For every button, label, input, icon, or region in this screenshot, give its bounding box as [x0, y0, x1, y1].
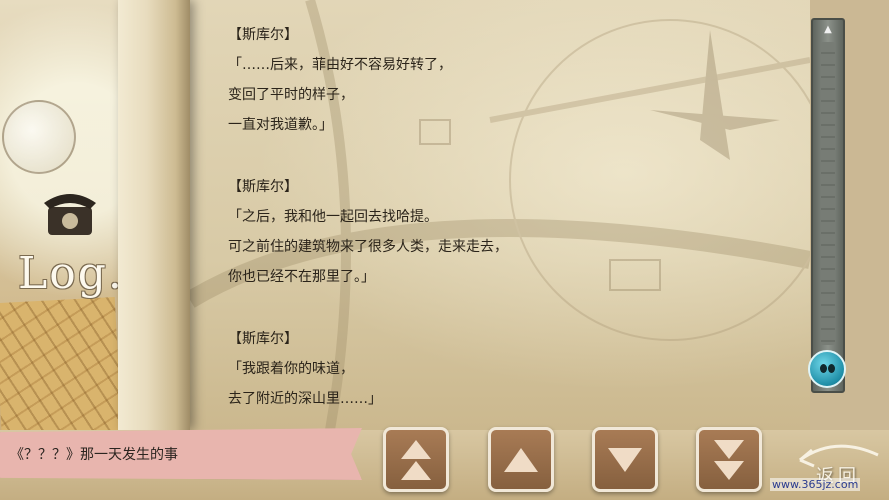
- dialogue-line: 你也已经不在那里了。」: [228, 269, 375, 285]
- double-up-arrow-icon: [401, 460, 431, 480]
- log-entry: 【斯库尔】 「之后，我和他一起回去找哈提。 可之前住的建筑物来了很多人类，走来走…: [228, 172, 788, 292]
- watermark: www.365jz.com: [770, 478, 861, 491]
- thumb-eye-icon: [828, 364, 835, 373]
- log-scrollbar[interactable]: ▲: [811, 18, 845, 393]
- log-title: Log.: [18, 248, 124, 299]
- dialogue-line: 「……后来，菲由好不容易好转了，: [228, 57, 452, 73]
- down-arrow-icon: [608, 447, 642, 472]
- up-arrow-icon: [504, 447, 538, 472]
- scroll-to-bottom-button[interactable]: [696, 427, 762, 492]
- speaker-name: 【斯库尔】: [228, 27, 298, 43]
- scroll-up-arrow-icon[interactable]: ▲: [813, 22, 843, 38]
- scroll-up-button[interactable]: [488, 427, 554, 492]
- double-down-arrow-icon: [714, 460, 744, 480]
- dialogue-line: 去了附近的深山里……」: [228, 391, 382, 407]
- speaker-name: 【斯库尔】: [228, 179, 298, 195]
- log-entry: 【斯库尔】 「……后来，菲由好不容易好转了， 变回了平时的样子， 一直对我道歉。…: [228, 20, 788, 140]
- game-log-screen: Log. 【斯库尔】 「……后来，菲由好不容易好转了， 变回了平时的样子， 一直…: [0, 0, 889, 500]
- thumb-eye-icon: [820, 364, 827, 373]
- scroll-down-button[interactable]: [592, 427, 658, 492]
- dialogue-line: 一直对我道歉。」: [228, 117, 333, 133]
- double-down-arrow-icon: [714, 439, 744, 459]
- dialogue-line: 变回了平时的样子，: [228, 87, 354, 103]
- book-spine: [118, 0, 190, 430]
- dialogue-line: 「我跟着你的味道，: [228, 361, 354, 377]
- log-entry: 【斯库尔】 「我跟着你的味道， 去了附近的深山里……」: [228, 324, 788, 414]
- scroll-thumb[interactable]: [808, 350, 846, 388]
- chapter-title: 《？？？》那一天发生的事: [10, 447, 178, 463]
- double-up-arrow-icon: [401, 439, 431, 459]
- telephone-icon: [44, 194, 96, 235]
- scroll-to-top-button[interactable]: [383, 427, 449, 492]
- globe-icon: [2, 100, 76, 174]
- dialogue-line: 「之后，我和他一起回去找哈提。: [228, 209, 438, 225]
- scroll-track[interactable]: [821, 42, 835, 345]
- log-text-area: 【斯库尔】 「……后来，菲由好不容易好转了， 变回了平时的样子， 一直对我道歉。…: [228, 20, 788, 446]
- dialogue-line: 可之前住的建筑物来了很多人类，走来走去，: [228, 239, 508, 255]
- speaker-name: 【斯库尔】: [228, 331, 298, 347]
